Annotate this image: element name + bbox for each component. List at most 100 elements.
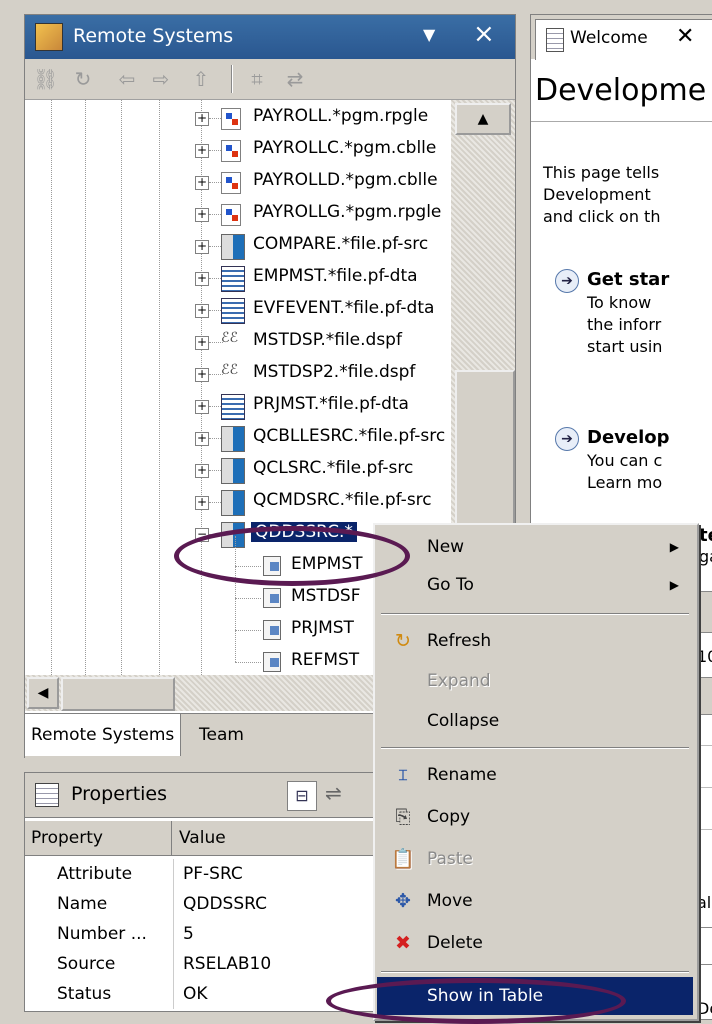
filter-icon[interactable]: ⇌ — [325, 781, 342, 805]
partial-text-fragment: ga — [699, 547, 712, 566]
collapse-all-icon[interactable]: ⌗ — [245, 67, 269, 91]
expand-icon[interactable]: + — [195, 336, 209, 350]
expand-icon[interactable]: + — [195, 400, 209, 414]
welcome-intro-line: This page tells — [543, 163, 660, 182]
tree-item[interactable]: + QCLSRC.*file.pf-src — [25, 454, 451, 486]
develop-text: You can c — [587, 451, 663, 470]
property-value: PF-SRC — [183, 864, 243, 884]
tree-item-label: PAYROLL.*pgm.rpgle — [253, 106, 429, 126]
menu-separator — [381, 613, 689, 615]
menu-item-label: Refresh — [427, 631, 492, 651]
develop-link[interactable]: Develop — [587, 427, 670, 448]
welcome-intro-line: Development — [543, 185, 651, 204]
tree-item[interactable]: + PAYROLLC.*pgm.cblle — [25, 134, 451, 166]
source-file-icon — [221, 458, 245, 484]
property-name: Attribute — [57, 864, 133, 884]
link-editor-icon[interactable]: ⇄ — [283, 67, 307, 91]
refresh-icon[interactable]: ↻ — [71, 67, 95, 91]
close-tab-icon[interactable]: ✕ — [676, 24, 694, 49]
remote-systems-title-bar[interactable]: Remote Systems ▼ × — [25, 15, 515, 59]
expand-icon[interactable]: + — [195, 176, 209, 190]
data-file-icon — [221, 266, 245, 292]
tree-item[interactable]: + PRJMST.*file.pf-dta — [25, 390, 451, 422]
expand-icon[interactable]: + — [195, 464, 209, 478]
tab-remote-systems[interactable]: Remote Systems — [25, 714, 182, 756]
property-name: Number ... — [57, 924, 147, 944]
tree-item[interactable]: + COMPARE.*file.pf-src — [25, 230, 451, 262]
menu-item-go-to[interactable]: Go To ▶ — [377, 565, 693, 605]
menu-item-new[interactable]: New ▶ — [377, 527, 693, 567]
menu-item-collapse[interactable]: Collapse — [377, 701, 693, 741]
menu-separator — [381, 971, 689, 973]
menu-item-rename[interactable]: ⌶ Rename — [377, 755, 693, 795]
scroll-left-button[interactable]: ◀ — [27, 677, 59, 709]
expand-icon[interactable]: + — [195, 112, 209, 126]
welcome-heading: Developme — [535, 73, 707, 108]
highlight-oval-qddssrc — [174, 526, 410, 586]
menu-item-label: Go To — [427, 575, 474, 595]
welcome-tab-bar: Welcome ✕ — [531, 15, 712, 60]
partial-heading-fragment: te — [699, 525, 712, 546]
link-icon[interactable]: ⛓ — [33, 67, 58, 91]
expand-icon[interactable]: + — [195, 368, 209, 382]
view-menu-chevron-down-icon[interactable]: ▼ — [423, 25, 435, 44]
menu-item-copy[interactable]: ⎘ Copy — [377, 797, 693, 837]
program-icon — [221, 108, 241, 130]
tree-item-label: QCBLLESRC.*file.pf-src — [253, 426, 446, 446]
menu-item-refresh[interactable]: ↻ Refresh — [377, 621, 693, 661]
property-name: Status — [57, 984, 112, 1004]
submenu-arrow-icon: ▶ — [669, 578, 679, 592]
display-file-icon: ℰℰ — [221, 362, 238, 378]
expand-icon[interactable]: + — [195, 272, 209, 286]
property-name: Name — [57, 894, 108, 914]
tab-welcome[interactable]: Welcome ✕ — [535, 19, 712, 60]
tree-item[interactable]: + EVFEVENT.*file.pf-dta — [25, 294, 451, 326]
tree-item[interactable]: + ℰℰ MSTDSP2.*file.dspf — [25, 358, 451, 390]
menu-item-move[interactable]: ✥ Move — [377, 881, 693, 921]
expand-icon[interactable]: + — [195, 144, 209, 158]
menu-item-label: New — [427, 537, 465, 557]
get-started-text: To know — [587, 293, 652, 312]
tree-item-label: PRJMST.*file.pf-dta — [253, 394, 409, 414]
expand-icon[interactable]: + — [195, 208, 209, 222]
paste-icon: 📋 — [391, 848, 415, 870]
refresh-icon: ↻ — [395, 630, 411, 652]
member-label: REFMST — [291, 650, 360, 670]
member-icon — [263, 620, 281, 640]
up-icon[interactable]: ⇧ — [189, 67, 213, 91]
property-value: OK — [183, 984, 208, 1004]
expand-icon[interactable]: + — [195, 496, 209, 510]
expand-icon[interactable]: + — [195, 240, 209, 254]
data-file-icon — [221, 298, 245, 324]
vertical-scroll-thumb[interactable] — [455, 370, 515, 540]
tree-item[interactable]: + PAYROLLD.*pgm.cblle — [25, 166, 451, 198]
get-started-link[interactable]: Get star — [587, 269, 669, 290]
tree-item[interactable]: + ℰℰ MSTDSP.*file.dspf — [25, 326, 451, 358]
get-started-arrow-icon[interactable]: ➔ — [555, 269, 579, 293]
tab-team[interactable]: Team — [193, 714, 250, 756]
menu-item-delete[interactable]: ✖ Delete — [377, 923, 693, 963]
tree-item[interactable]: + QCBLLESRC.*file.pf-src — [25, 422, 451, 454]
forward-icon[interactable]: ⇨ — [149, 67, 173, 91]
column-divider — [173, 859, 174, 1009]
menu-item-label: Collapse — [427, 711, 500, 731]
develop-arrow-icon[interactable]: ➔ — [555, 427, 579, 451]
tree-item[interactable]: + PAYROLL.*pgm.rpgle — [25, 102, 451, 134]
column-header-property[interactable]: Property — [25, 821, 172, 855]
program-icon — [221, 172, 241, 194]
member-icon — [263, 588, 281, 608]
tree-item[interactable]: + QCMDSRC.*file.pf-src — [25, 486, 451, 518]
expand-icon[interactable]: + — [195, 432, 209, 446]
tree-item[interactable]: + EMPMST.*file.pf-dta — [25, 262, 451, 294]
submenu-arrow-icon: ▶ — [669, 540, 679, 554]
welcome-heading-divider — [531, 121, 712, 122]
close-view-icon[interactable]: × — [473, 19, 495, 49]
scroll-up-button[interactable]: ▲ — [455, 103, 511, 135]
expand-icon[interactable]: + — [195, 304, 209, 318]
back-icon[interactable]: ⇦ — [115, 67, 139, 91]
show-categories-icon[interactable]: ⊟ — [287, 781, 317, 811]
tree-connector — [235, 662, 261, 663]
horizontal-scroll-thumb[interactable] — [61, 677, 175, 711]
tree-item[interactable]: + PAYROLLG.*pgm.rpgle — [25, 198, 451, 230]
properties-title: Properties — [71, 783, 168, 805]
